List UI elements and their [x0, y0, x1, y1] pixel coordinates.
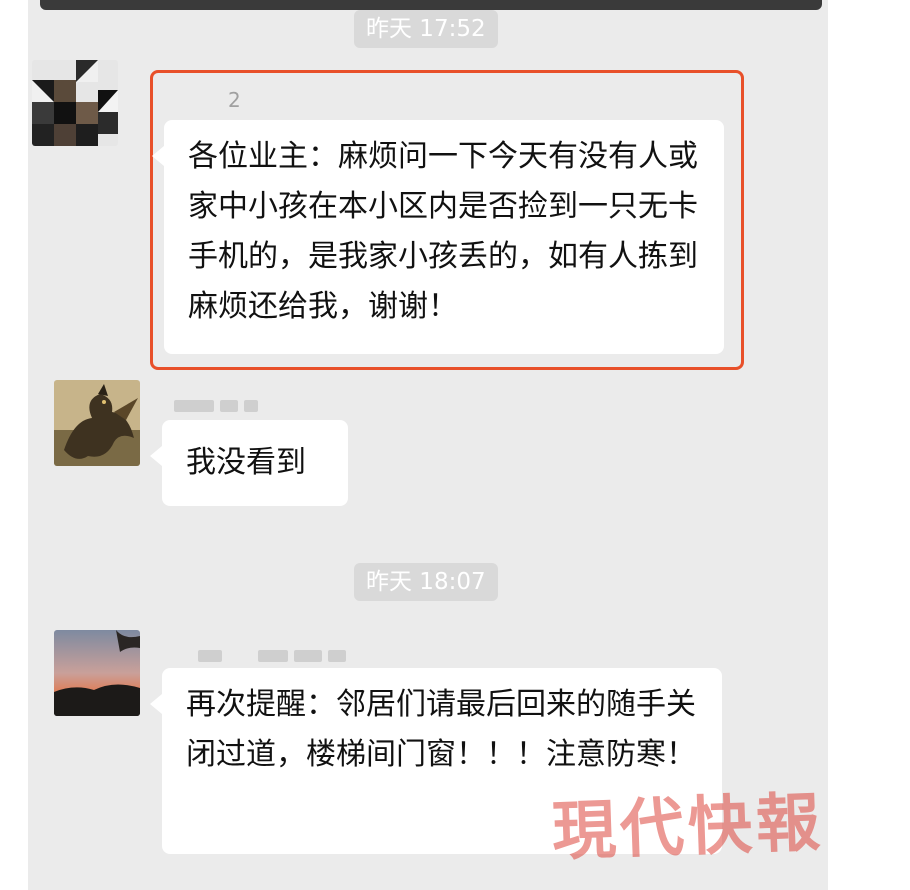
avatar[interactable] — [32, 60, 118, 146]
blurred-name — [258, 649, 288, 662]
chat-window: 昨天 17:52 2 各位业主：麻烦问一下今天有没有人或家中小孩在本小区内是否捡… — [28, 0, 828, 890]
sender-name — [174, 392, 264, 416]
blurred-name — [220, 399, 238, 412]
sender-name — [198, 642, 352, 666]
timestamp-divider: 昨天 18:07 — [354, 563, 498, 601]
blurred-name — [244, 399, 258, 412]
dragon-avatar-image — [54, 380, 140, 466]
top-bar — [40, 0, 822, 10]
message-bubble[interactable]: 各位业主：麻烦问一下今天有没有人或家中小孩在本小区内是否捡到一只无卡手机的，是我… — [152, 120, 724, 354]
blurred-name — [328, 649, 346, 662]
avatar-image — [32, 60, 118, 146]
avatar[interactable] — [54, 380, 140, 466]
blurred-name — [294, 649, 322, 662]
message-text: 再次提醒：邻居们请最后回来的随手关闭过道，楼梯间门窗！！！注意防寒！ — [186, 687, 696, 772]
blurred-name — [174, 399, 214, 412]
watermark-logo: 現代快報 — [550, 785, 826, 870]
message-text: 各位业主：麻烦问一下今天有没有人或家中小孩在本小区内是否捡到一只无卡手机的，是我… — [188, 139, 698, 324]
avatar[interactable] — [54, 630, 140, 716]
message-text: 我没看到 — [186, 445, 306, 480]
message-bubble[interactable]: 我没看到 — [150, 420, 348, 506]
sunset-avatar-image — [54, 630, 140, 716]
blurred-name — [198, 649, 222, 662]
timestamp-divider: 昨天 17:52 — [354, 10, 498, 48]
